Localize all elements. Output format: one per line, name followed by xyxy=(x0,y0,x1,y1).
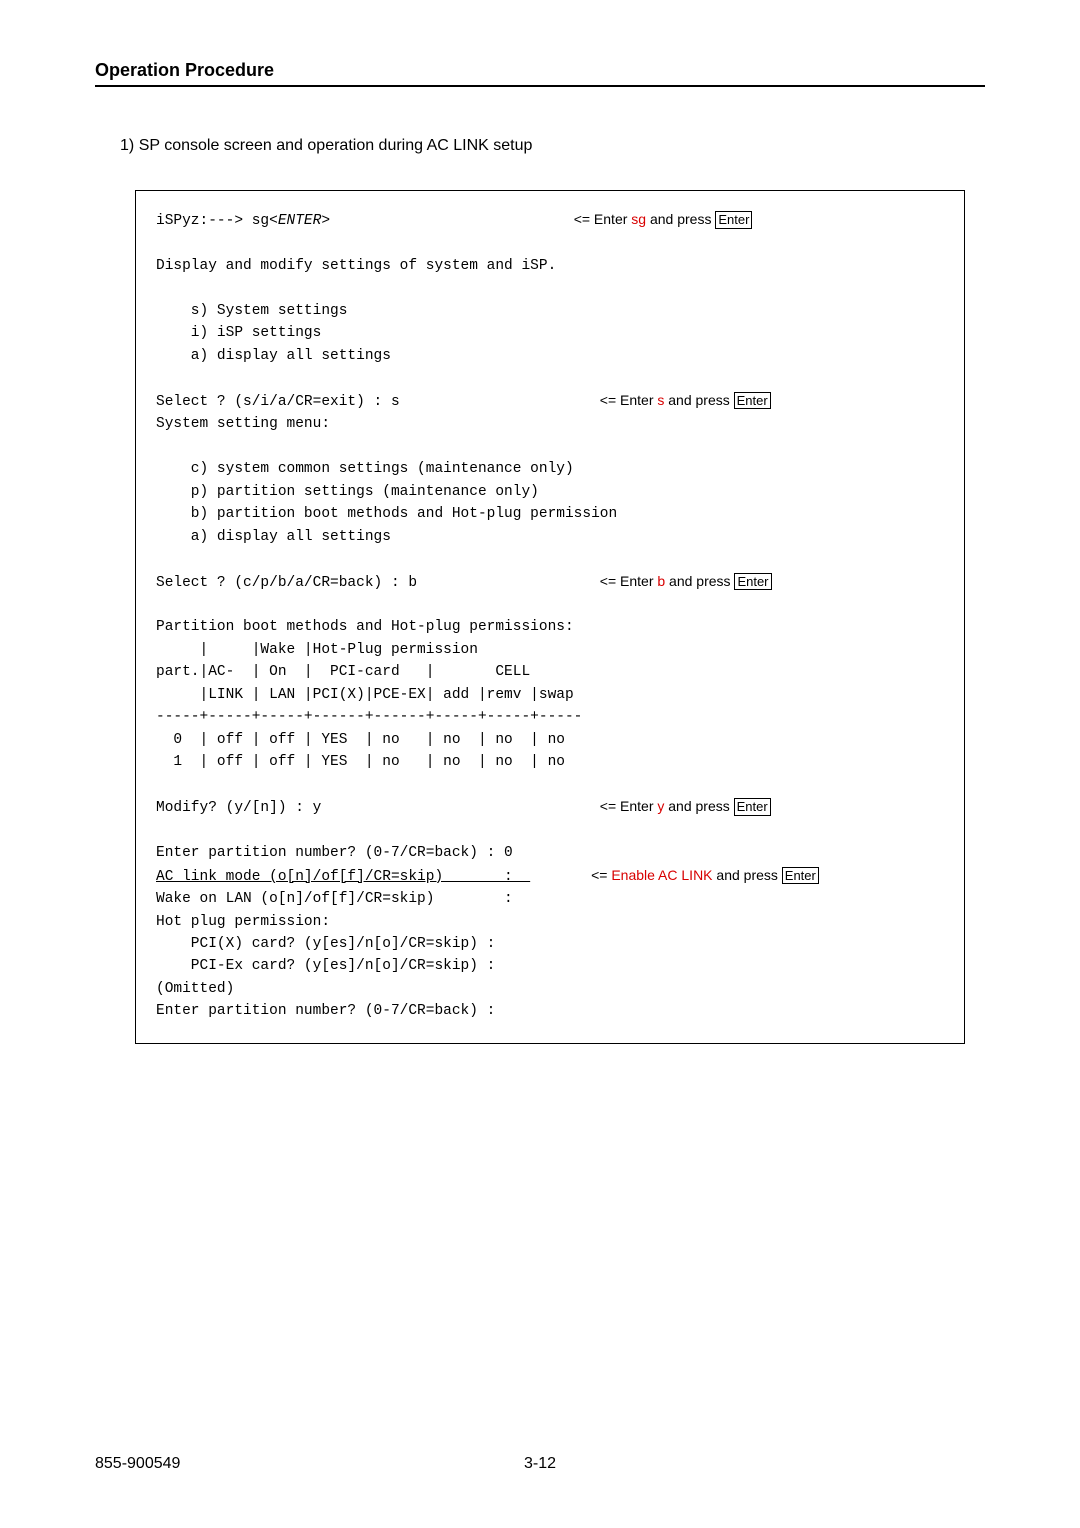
line-05: a) display all settings xyxy=(156,348,391,364)
line-06a: Select ? (s/i/a/CR=exit) : s xyxy=(156,394,400,410)
intro-line: 1) SP console screen and operation durin… xyxy=(120,137,985,155)
line-22a: AC link mode (o[n]/of[f]/CR=skip) : xyxy=(156,869,530,885)
line-11: a) display all settings xyxy=(156,529,391,545)
line-12a: Select ? (c/p/b/a/CR=back) : b xyxy=(156,575,417,591)
annot-20-post: and press xyxy=(664,798,733,814)
line-15: part.|AC- | On | PCI-card | CELL xyxy=(156,664,530,680)
spacer xyxy=(330,213,574,229)
line-23: Wake on LAN (o[n]/of[f]/CR=skip) : xyxy=(156,891,513,907)
annot-06-pre: <= Enter xyxy=(600,392,658,408)
annot-22-pre: <= xyxy=(591,867,611,883)
spacer xyxy=(417,575,600,591)
section-title: Operation Procedure xyxy=(95,60,985,81)
enter-key-20: Enter xyxy=(734,798,771,816)
enter-key-22: Enter xyxy=(782,867,819,885)
line-01-enter-cmd: <ENTER> xyxy=(269,213,330,229)
annot-01-key: sg xyxy=(631,211,646,227)
annot-22-post: and press xyxy=(713,867,782,883)
line-14: | |Wake |Hot-Plug permission xyxy=(156,642,478,658)
line-27: (Omitted) xyxy=(156,981,234,997)
enter-key-06: Enter xyxy=(734,392,771,410)
line-24: Hot plug permission: xyxy=(156,914,330,930)
annot-12-key: b xyxy=(657,573,665,589)
annot-12-pre: <= Enter xyxy=(600,573,658,589)
annot-20-pre: <= Enter xyxy=(600,798,658,814)
line-26: PCI-Ex card? (y[es]/n[o]/CR=skip) : xyxy=(156,958,495,974)
line-20a: Modify? (y/[n]) : y xyxy=(156,800,321,816)
line-13: Partition boot methods and Hot-plug perm… xyxy=(156,619,574,635)
line-21: Enter partition number? (0-7/CR=back) : … xyxy=(156,845,513,861)
line-01a: iSPyz:---> sg xyxy=(156,213,269,229)
enter-key-01: Enter xyxy=(715,211,752,229)
line-25: PCI(X) card? (y[es]/n[o]/CR=skip) : xyxy=(156,936,495,952)
annot-01-post: and press xyxy=(646,211,715,227)
intro-text: SP console screen and operation during A… xyxy=(139,137,533,154)
enter-key-12: Enter xyxy=(734,573,771,591)
line-28: Enter partition number? (0-7/CR=back) : xyxy=(156,1003,495,1019)
annot-22-key: Enable AC LINK xyxy=(611,867,712,883)
line-07: System setting menu: xyxy=(156,416,330,432)
spacer xyxy=(321,800,599,816)
line-08: c) system common settings (maintenance o… xyxy=(156,461,574,477)
footer: 855-900549 3-12 xyxy=(95,1455,985,1473)
line-19: 1 | off | off | YES | no | no | no | no xyxy=(156,754,565,770)
spacer xyxy=(400,394,600,410)
line-02: Display and modify settings of system an… xyxy=(156,258,556,274)
page: Operation Procedure 1) SP console screen… xyxy=(0,0,1080,1528)
title-rule xyxy=(95,85,985,87)
line-16: |LINK | LAN |PCI(X)|PCE-EX| add |remv |s… xyxy=(156,687,574,703)
line-09: p) partition settings (maintenance only) xyxy=(156,484,539,500)
line-18: 0 | off | off | YES | no | no | no | no xyxy=(156,732,565,748)
annot-01-pre: <= Enter xyxy=(574,211,632,227)
annot-12-post: and press xyxy=(665,573,734,589)
line-10: b) partition boot methods and Hot-plug p… xyxy=(156,506,617,522)
console-box: iSPyz:---> sg<ENTER> <= Enter sg and pre… xyxy=(135,190,965,1044)
spacer xyxy=(530,869,591,885)
annot-06-post: and press xyxy=(664,392,733,408)
footer-pagenum: 3-12 xyxy=(95,1455,985,1473)
line-03: s) System settings xyxy=(156,303,347,319)
intro-number: 1) xyxy=(120,137,134,154)
line-04: i) iSP settings xyxy=(156,325,321,341)
line-17: -----+-----+-----+------+------+-----+--… xyxy=(156,709,582,725)
